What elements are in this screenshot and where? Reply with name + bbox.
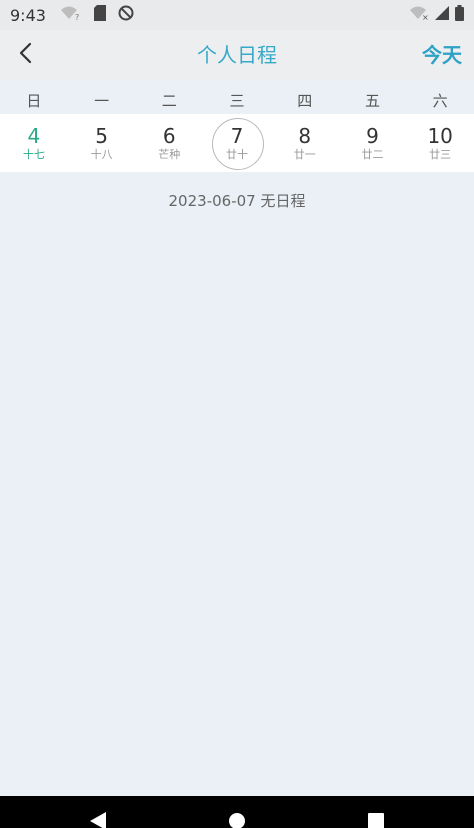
battery-icon [455, 5, 464, 25]
today-button[interactable]: 今天 [422, 40, 462, 70]
lunar-date: 十七 [22, 148, 45, 161]
date-number: 7 [230, 124, 244, 148]
status-right-icons: × [409, 5, 464, 25]
status-bar: 9:43 ? × [0, 0, 474, 30]
date-number: 4 [27, 124, 41, 148]
weekday-label: 一 [94, 92, 110, 110]
back-button[interactable] [8, 38, 42, 72]
date-cell[interactable]: 10 廿三 [406, 114, 474, 172]
date-cell[interactable]: 8 廿一 [271, 114, 339, 172]
date-number: 9 [366, 124, 379, 148]
lunar-date: 廿二 [361, 148, 384, 161]
week-date-strip: 4 十七 5 十八 6 芒种 7 廿十 8 廿一 9 廿二 10 廿三 [0, 114, 474, 172]
lunar-date: 十八 [90, 148, 113, 161]
chevron-left-icon [18, 42, 32, 68]
wifi-question-icon: ? [60, 5, 82, 25]
date-cell[interactable]: 6 芒种 [135, 114, 203, 172]
no-disturb-icon [118, 5, 134, 25]
signal-icon [435, 5, 449, 25]
weekday-label: 五 [364, 92, 380, 110]
weekday-label: 二 [161, 92, 177, 110]
system-nav-bar [0, 796, 474, 828]
weekday-label: 三 [229, 92, 245, 110]
date-cell[interactable]: 7 廿十 [203, 114, 271, 172]
date-number: 10 [427, 124, 453, 148]
status-left-icons: ? [60, 5, 134, 25]
svg-text:×: × [422, 13, 429, 21]
date-number: 5 [95, 124, 108, 148]
wifi-off-icon: × [409, 5, 429, 25]
date-cell[interactable]: 4 十七 [0, 114, 68, 172]
lunar-date: 廿一 [293, 148, 316, 161]
sd-card-icon [93, 5, 106, 25]
back-triangle-icon[interactable] [88, 812, 108, 828]
status-time: 9:43 [10, 5, 46, 25]
weekday-label: 六 [432, 92, 448, 110]
svg-text:?: ? [75, 13, 79, 21]
lunar-date: 廿十 [226, 148, 249, 161]
date-cell[interactable]: 5 十八 [68, 114, 136, 172]
weekday-row: 日 一 二 三 四 五 六 [0, 88, 474, 114]
lunar-date: 芒种 [158, 148, 181, 161]
weekday-label: 四 [297, 92, 313, 110]
page-title: 个人日程 [197, 43, 277, 67]
date-number: 6 [162, 124, 176, 148]
empty-schedule-message: 2023-06-07 无日程 [168, 192, 306, 210]
weekday-label: 日 [26, 92, 42, 110]
app-bar: 个人日程 今天 [0, 30, 474, 80]
date-number: 8 [298, 124, 312, 148]
recents-square-icon[interactable] [367, 812, 385, 828]
date-cell[interactable]: 9 廿二 [339, 114, 407, 172]
home-circle-icon[interactable] [228, 812, 246, 828]
lunar-date: 廿三 [429, 148, 452, 161]
